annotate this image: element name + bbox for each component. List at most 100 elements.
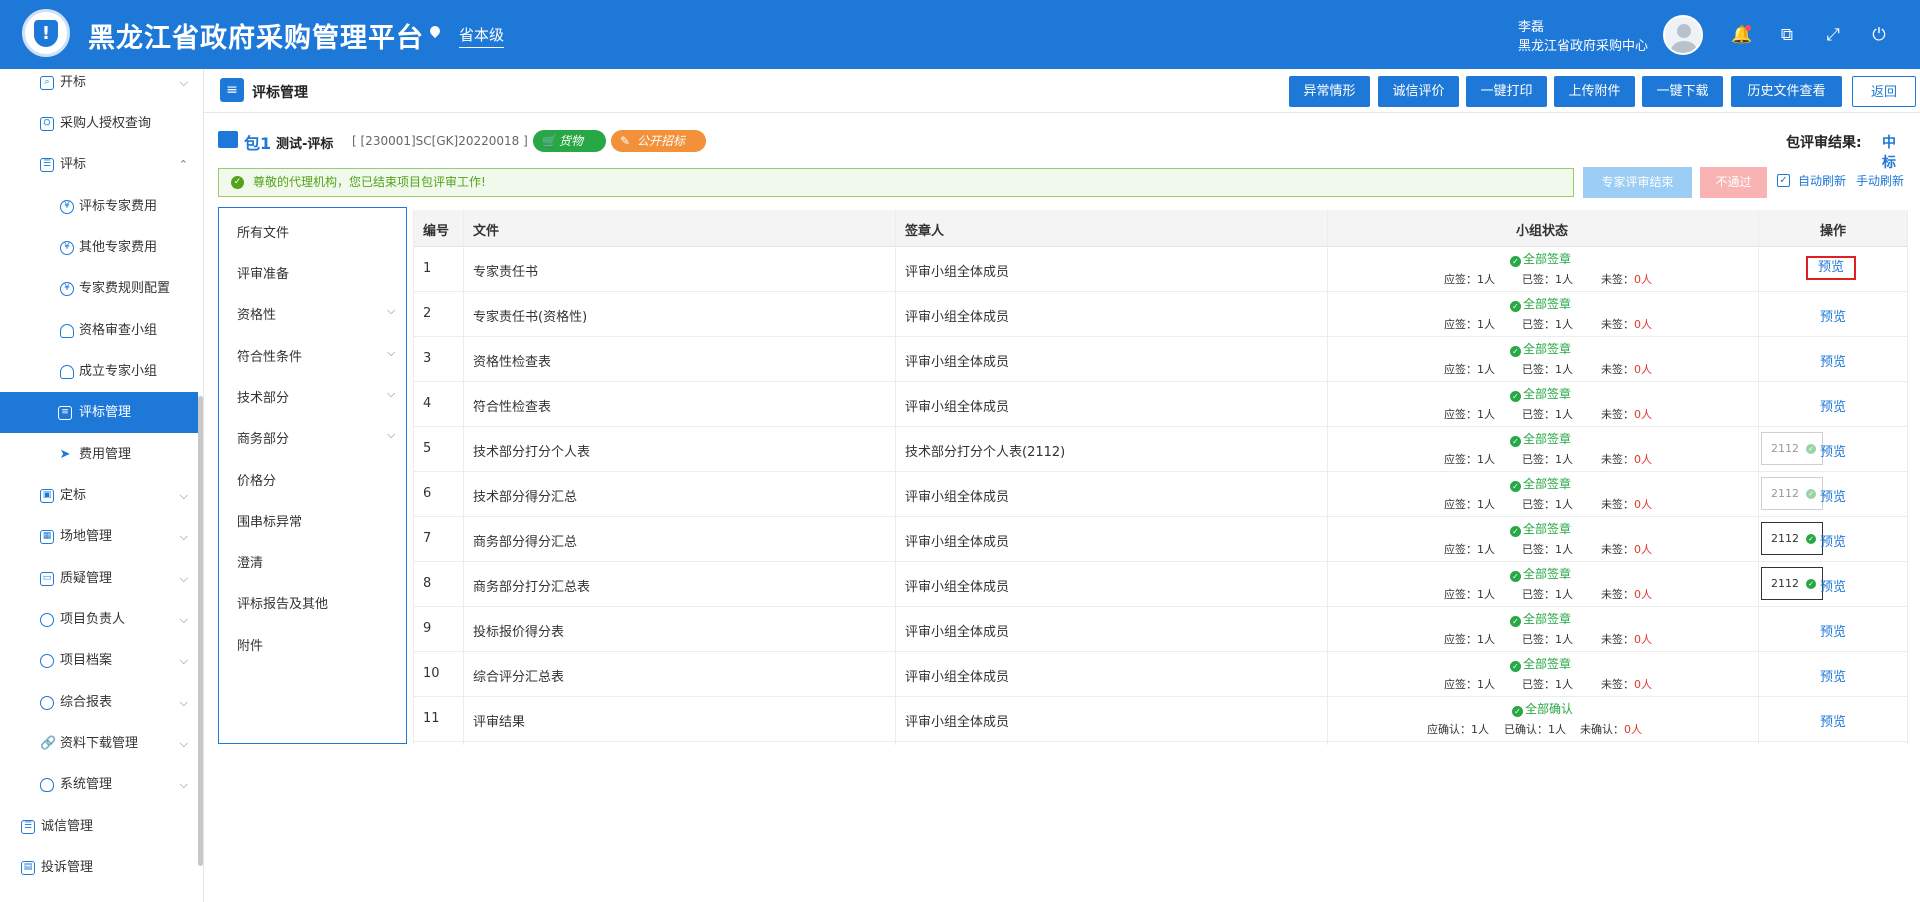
category-report[interactable]: 评标报告及其他 xyxy=(237,593,328,612)
manual-refresh-link[interactable]: 手动刷新 xyxy=(1856,172,1904,189)
folder-icon xyxy=(218,131,238,148)
should-sign-count: 应签：1人 xyxy=(1444,363,1495,376)
auto-refresh-checkbox[interactable]: ✓ xyxy=(1777,174,1790,187)
category-compliance[interactable]: 符合性条件 ⌵ xyxy=(237,346,395,365)
auto-refresh-label[interactable]: 自动刷新 xyxy=(1798,172,1846,189)
expert-review-end-button[interactable]: 专家评审结束 xyxy=(1583,167,1692,198)
group-status: ✓ 全部签章 xyxy=(1510,430,1571,447)
preview-link[interactable]: 预览 xyxy=(1820,396,1846,415)
sidebar-item-purchaser-auth[interactable]: ⛭ 采购人授权查询 xyxy=(0,103,198,144)
sidebar-item-pingbiao[interactable]: ☰ 评标 ⌃ xyxy=(0,144,198,185)
preview-link[interactable]: 预览 xyxy=(1820,306,1846,325)
signed-count: 已签：1人 xyxy=(1522,318,1573,331)
preview-link[interactable]: 预览 xyxy=(1806,256,1856,280)
shield-gear-icon xyxy=(40,778,54,792)
unsigned-count: 未签：0人 xyxy=(1601,633,1652,646)
avatar[interactable] xyxy=(1663,15,1703,55)
sidebar-item-bid-eval-mgmt[interactable]: ≡ 评标管理 xyxy=(0,392,198,433)
result-label: 包评审结果: xyxy=(1786,135,1862,151)
should-sign-count: 应签：1人 xyxy=(1444,498,1495,511)
table-header: 编号 文件 签章人 小组状态 操作 xyxy=(413,210,1908,247)
sidebar-item-project-lead[interactable]: 项目负责人 ⌵ xyxy=(0,599,198,640)
sidebar-item-downloads[interactable]: 🔗 资料下载管理 ⌵ xyxy=(0,723,198,764)
category-collusion[interactable]: 围串标异常 xyxy=(237,511,302,530)
category-review-prep[interactable]: 评审准备 xyxy=(237,263,289,282)
category-business[interactable]: 商务部分 ⌵ xyxy=(237,428,395,447)
category-attachment[interactable]: 附件 xyxy=(237,635,263,654)
preview-link[interactable]: 预览 xyxy=(1820,531,1846,550)
print-all-button[interactable]: 一键打印 xyxy=(1466,76,1547,107)
sidebar-scrollbar[interactable] xyxy=(198,396,203,866)
signer-popover: 2112 ✓ xyxy=(1761,432,1823,465)
table-row: 11 评审结果 评审小组全体成员 ✓ 全部确认 应确认：1人 已确认：1人 未确认：0人 预览 xyxy=(413,697,1908,742)
screen-icon[interactable]: ⧉ xyxy=(1777,25,1797,45)
power-icon[interactable]: ⏻ xyxy=(1869,25,1889,45)
preview-link[interactable]: 预览 xyxy=(1820,711,1846,730)
signed-count: 已签：1人 xyxy=(1522,633,1573,646)
table-row: 6 技术部分得分汇总 评审小组全体成员 ✓ 全部签章 应签：1人 已签：1人 未签：0人 211… xyxy=(413,472,1908,517)
should-sign-count: 应签：1人 xyxy=(1444,318,1495,331)
chevron-down-icon: ⌵ xyxy=(179,76,188,89)
preview-link[interactable]: 预览 xyxy=(1820,351,1846,370)
group-status: ✓ 全部签章 xyxy=(1510,565,1571,582)
table-row: 3 资格性检查表 评审小组全体成员 ✓ 全部签章 应签：1人 已签：1人 未签：0人 预览 xyxy=(413,337,1908,382)
chevron-down-icon: ⌵ xyxy=(179,778,188,791)
location-pin-icon xyxy=(427,23,443,39)
chevron-down-icon: ⌵ xyxy=(179,613,188,626)
signed-count: 已签：1人 xyxy=(1522,408,1573,421)
shield-icon: ! xyxy=(22,9,70,57)
fullscreen-icon[interactable]: ⤢ xyxy=(1823,25,1843,45)
sidebar-item-project-archive[interactable]: 项目档案 ⌵ xyxy=(0,640,198,681)
category-technical[interactable]: 技术部分 ⌵ xyxy=(237,387,395,406)
row-number: 11 xyxy=(423,711,440,726)
sidebar-item-kaibiao[interactable]: ⌕ 开标 ⌵ xyxy=(0,69,198,103)
person-circle-icon xyxy=(40,613,54,627)
sidebar-item-system[interactable]: 系统管理 ⌵ xyxy=(0,764,198,805)
sidebar-item-reports[interactable]: 综合报表 ⌵ xyxy=(0,682,198,723)
preview-link[interactable]: 预览 xyxy=(1820,576,1846,595)
sidebar-item-expert-fee[interactable]: ¥ 评标专家费用 xyxy=(0,186,198,227)
sidebar-item-dingbiao[interactable]: ▣ 定标 ⌵ xyxy=(0,475,198,516)
group-status: ✓ 全部签章 xyxy=(1510,520,1571,537)
sidebar-item-fee-mgmt[interactable]: ➤ 费用管理 xyxy=(0,434,198,475)
bell-icon[interactable]: 🔔 xyxy=(1731,25,1752,45)
should-sign-count: 应签：1人 xyxy=(1444,588,1495,601)
layers-icon: ≡ xyxy=(58,406,72,420)
method-tag: ✎ 公开招标 xyxy=(611,130,706,152)
preview-link[interactable]: 预览 xyxy=(1820,441,1846,460)
file-name: 商务部分得分汇总 xyxy=(473,535,578,550)
sidebar-item-qual-group[interactable]: 资格审查小组 xyxy=(0,310,198,351)
exception-button[interactable]: 异常情形 xyxy=(1289,76,1370,107)
unsigned-count: 未签：0人 xyxy=(1601,408,1652,421)
chevron-down-icon: ⌵ xyxy=(179,489,188,502)
back-button[interactable]: 返回 xyxy=(1852,76,1916,107)
signed-count: 已签：1人 xyxy=(1522,453,1573,466)
reject-button[interactable]: 不通过 xyxy=(1700,167,1767,198)
sidebar-item-fee-rule[interactable]: ¥ 专家费规则配置 xyxy=(0,268,198,309)
check-circle-icon: ✓ xyxy=(1510,436,1521,447)
credit-eval-button[interactable]: 诚信评价 xyxy=(1378,76,1459,107)
category-clarification[interactable]: 澄清 xyxy=(237,552,263,571)
sidebar-item-query[interactable]: ▭ 质疑管理 ⌵ xyxy=(0,558,198,599)
sidebar-item-credit[interactable]: ☰ 诚信管理 xyxy=(0,806,198,847)
signed-count: 已签：1人 xyxy=(1522,588,1573,601)
signer: 评审小组全体成员 xyxy=(905,535,1010,550)
sidebar-item-expert-group[interactable]: 成立专家小组 xyxy=(0,351,198,392)
category-price[interactable]: 价格分 xyxy=(237,470,276,489)
sidebar-item-complaint[interactable]: ▤ 投诉管理 xyxy=(0,847,198,888)
preview-link[interactable]: 预览 xyxy=(1820,621,1846,640)
signed-count: 已签：1人 xyxy=(1522,498,1573,511)
region-selector[interactable]: 省本级 xyxy=(459,24,505,48)
sidebar-item-venue[interactable]: ▦ 场地管理 ⌵ xyxy=(0,516,198,557)
download-all-button[interactable]: 一键下载 xyxy=(1642,76,1723,107)
sidebar: ⌕ 开标 ⌵ ⛭ 采购人授权查询 ☰ 评标 ⌃ ¥ 评标专家费用 ¥ 其他专家费用 ¥ 专家费规… xyxy=(0,69,204,902)
category-all-files[interactable]: 所有文件 xyxy=(237,222,289,241)
history-files-button[interactable]: 历史文件查看 xyxy=(1731,76,1842,107)
category-qualification[interactable]: 资格性 ⌵ xyxy=(237,304,395,323)
upload-attachment-button[interactable]: 上传附件 xyxy=(1554,76,1635,107)
group-status: ✓ 全部签章 xyxy=(1510,385,1571,402)
sidebar-item-other-fee[interactable]: ¥ 其他专家费用 xyxy=(0,227,198,268)
preview-link[interactable]: 预览 xyxy=(1820,486,1846,505)
chevron-down-icon: ⌵ xyxy=(387,304,396,317)
preview-link[interactable]: 预览 xyxy=(1820,666,1846,685)
